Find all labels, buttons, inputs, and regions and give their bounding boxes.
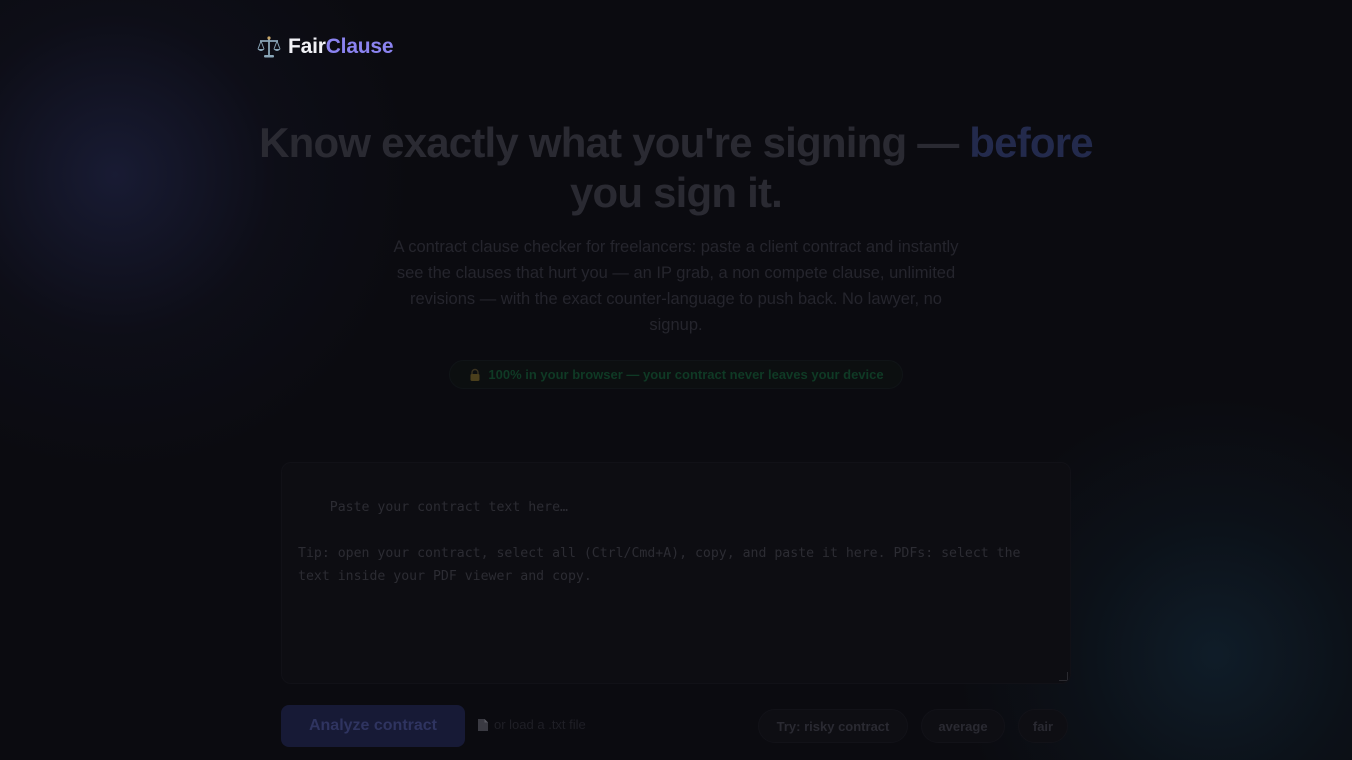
hero-title-end: you sign it. [569,169,783,216]
brand-name[interactable]: FairClause [288,35,394,59]
file-icon [477,718,489,732]
sample-fair-contract-button[interactable]: fair [1018,709,1068,743]
hero-subtitle: A contract clause checker for freelancer… [393,238,959,334]
contract-text-input[interactable]: Paste your contract text here… Tip: open… [281,462,1071,684]
brand-name-fair: Fair [288,35,326,58]
load-file-label: or load a .txt file [494,717,586,732]
action-bar: Analyze contract or load a .txt file Try… [281,705,1071,747]
app-header: FairClause [256,34,394,60]
hero-title-main: Know exactly what you're signing — [259,119,970,166]
scales-icon [256,34,282,60]
privacy-text: 100% in your browser — your contract nev… [488,367,884,382]
brand-name-clause: Clause [325,35,394,58]
hero-title: Know exactly what you're signing — befor… [226,118,1126,218]
load-file-link[interactable]: or load a .txt file [477,717,586,732]
analyze-contract-button[interactable]: Analyze contract [281,705,465,747]
hero-title-accent: before [969,119,1093,166]
privacy-badge: 100% in your browser — your contract nev… [449,360,903,389]
lock-icon [468,368,482,382]
page: FairClause Know exactly what you're sign… [0,0,1352,760]
sample-risky-contract-button[interactable]: Try: risky contract [758,709,908,743]
sample-average-contract-button[interactable]: average [921,709,1005,743]
hero-section: Know exactly what you're signing — befor… [0,118,1352,389]
resize-handle[interactable] [1059,672,1068,681]
contract-input-placeholder: Paste your contract text here… Tip: open… [298,500,1021,584]
